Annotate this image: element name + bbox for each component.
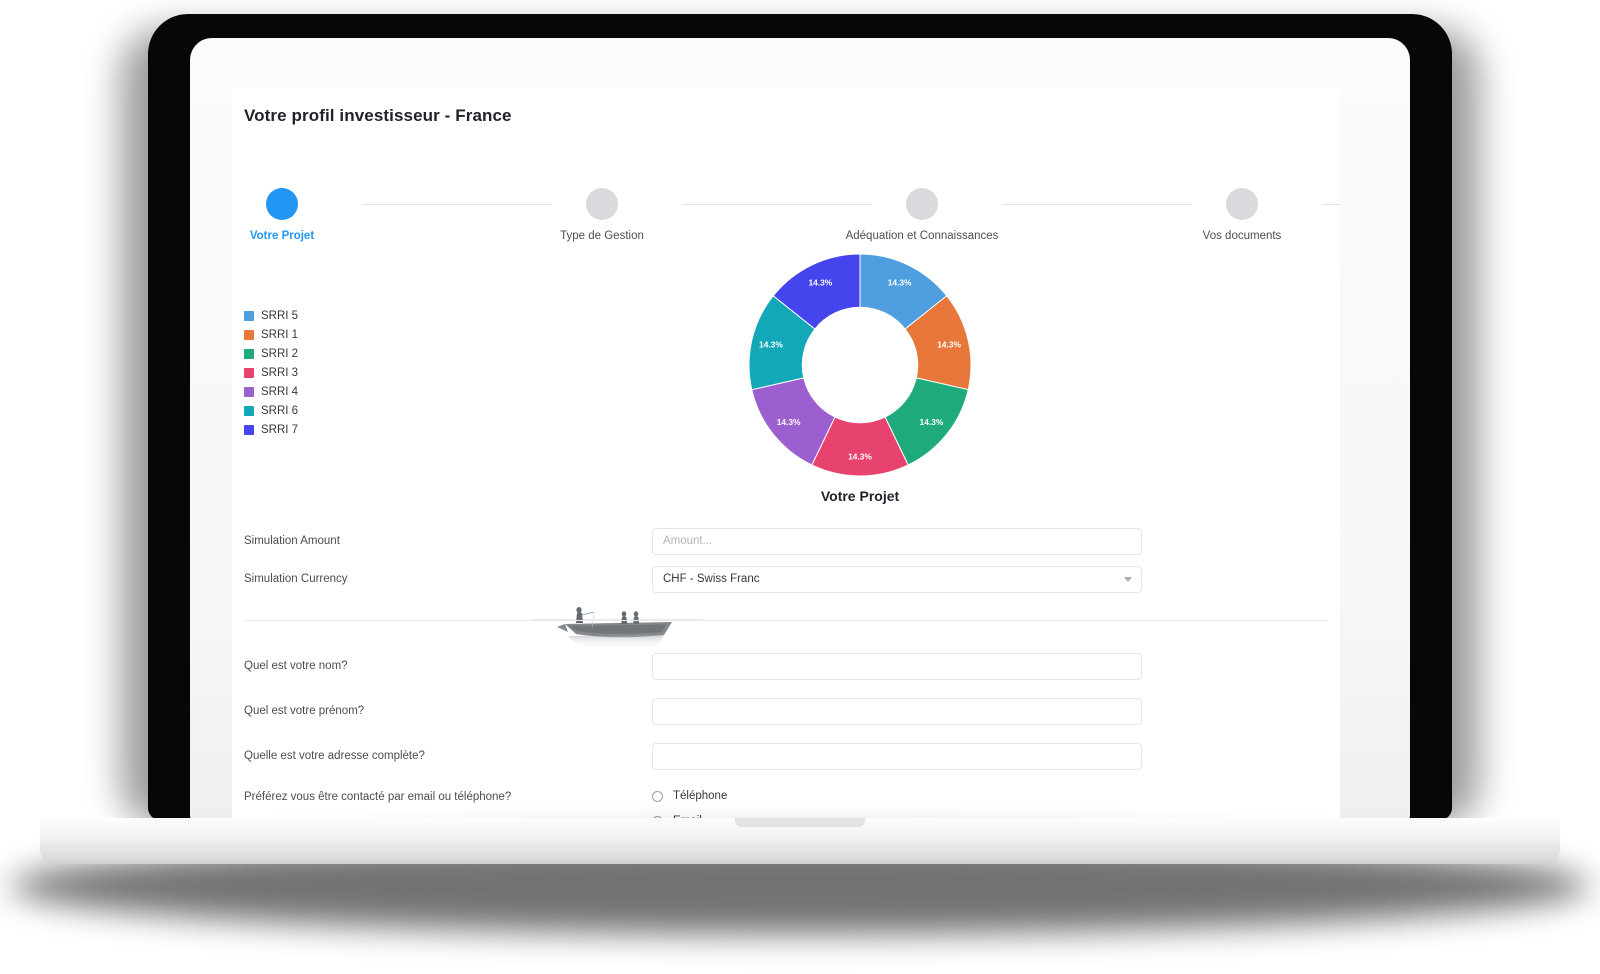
stepper-step-vos-documents[interactable]: Vos documents <box>1162 188 1322 242</box>
radio-option-telephone[interactable]: Téléphone <box>652 790 1142 802</box>
label-nom: Quel est votre nom? <box>232 660 652 672</box>
legend-item-srri-7[interactable]: SRRI 7 <box>244 420 298 439</box>
legend-swatch-icon <box>244 349 254 359</box>
laptop-mockup: Votre profil investisseur - France Votre… <box>0 0 1600 974</box>
laptop-trackpad-notch <box>735 818 865 827</box>
label-contact-preference: Préférez vous être contacté par email ou… <box>232 790 652 803</box>
label-simulation-currency: Simulation Currency <box>232 573 652 585</box>
adresse-input[interactable] <box>652 743 1142 770</box>
stepper-connector-4 <box>1322 204 1340 205</box>
donut-chart: 14.3% 14.3% 14.3% 14.3% 14.3% 14.3% 14.3% <box>745 250 975 515</box>
step-circle-1 <box>266 188 298 220</box>
legend-label: SRRI 4 <box>261 386 298 398</box>
legend-label: SRRI 1 <box>261 329 298 341</box>
donut-slice-label: 14.3% <box>808 278 832 288</box>
step-label-2: Type de Gestion <box>560 230 644 242</box>
simulation-amount-input[interactable] <box>652 528 1142 555</box>
legend-item-srri-4[interactable]: SRRI 4 <box>244 382 298 401</box>
legend-swatch-icon <box>244 387 254 397</box>
step-label-4: Vos documents <box>1203 230 1282 242</box>
form-row-simulation-currency: Simulation Currency CHF - Swiss Franc <box>232 562 1340 596</box>
label-prenom: Quel est votre prénom? <box>232 705 652 717</box>
legend-item-srri-2[interactable]: SRRI 2 <box>244 344 298 363</box>
legend-swatch-icon <box>244 368 254 378</box>
step-label-3: Adéquation et Connaissances <box>846 230 999 242</box>
chart-legend: SRRI 5 SRRI 1 SRRI 2 SRRI 3 SRRI 4 SRRI 6 SRRI… <box>244 306 298 439</box>
donut-slice-label: 14.3% <box>920 417 944 427</box>
donut-slice-label: 14.3% <box>937 340 961 350</box>
legend-swatch-icon <box>244 425 254 435</box>
legend-label: SRRI 2 <box>261 348 298 360</box>
form-row-adresse: Quelle est votre adresse complète? <box>232 739 1340 773</box>
form-row-nom: Quel est votre nom? <box>232 649 1340 683</box>
prenom-input[interactable] <box>652 698 1142 725</box>
legend-label: SRRI 3 <box>261 367 298 379</box>
step-label-1: Votre Projet <box>250 230 314 242</box>
section-divider <box>244 620 1328 621</box>
nom-input[interactable] <box>652 653 1142 680</box>
legend-label: SRRI 6 <box>261 405 298 417</box>
legend-swatch-icon <box>244 330 254 340</box>
donut-chart-svg: 14.3% 14.3% 14.3% 14.3% 14.3% 14.3% 14.3% <box>745 250 975 480</box>
form-row-simulation-amount: Simulation Amount <box>232 524 1340 558</box>
stepper-step-votre-projet[interactable]: Votre Projet <box>232 188 362 242</box>
donut-slice-label: 14.3% <box>888 278 912 288</box>
legend-label: SRRI 7 <box>261 424 298 436</box>
donut-slice-label: 14.3% <box>759 340 783 350</box>
stepper-step-adequation-et-connaissances[interactable]: Adéquation et Connaissances <box>842 188 1002 242</box>
radio-label-telephone: Téléphone <box>673 790 727 802</box>
donut-slice-label: 14.3% <box>777 417 801 427</box>
legend-item-srri-1[interactable]: SRRI 1 <box>244 325 298 344</box>
step-circle-2 <box>586 188 618 220</box>
label-simulation-amount: Simulation Amount <box>232 535 652 547</box>
legend-swatch-icon <box>244 311 254 321</box>
donut-slice-label: 14.3% <box>848 451 872 461</box>
step-circle-4 <box>1226 188 1258 220</box>
label-adresse: Quelle est votre adresse complète? <box>232 750 652 762</box>
radio-group-contact-preference: Téléphone Email <box>652 790 1142 820</box>
legend-item-srri-5[interactable]: SRRI 5 <box>244 306 298 325</box>
chart-title: Votre Projet <box>745 488 975 504</box>
page-title: Votre profil investisseur - France <box>244 106 512 126</box>
app-content-card: Votre profil investisseur - France Votre… <box>232 88 1340 820</box>
simulation-currency-select[interactable]: CHF - Swiss Franc <box>652 566 1142 593</box>
legend-swatch-icon <box>244 406 254 416</box>
legend-item-srri-3[interactable]: SRRI 3 <box>244 363 298 382</box>
laptop-screen: Votre profil investisseur - France Votre… <box>190 38 1410 820</box>
radio-circle-icon[interactable] <box>652 791 663 802</box>
stepper-step-type-de-gestion[interactable]: Type de Gestion <box>522 188 682 242</box>
form-row-contact-preference: Préférez vous être contacté par email ou… <box>232 790 1340 820</box>
legend-label: SRRI 5 <box>261 310 298 322</box>
form-area: Simulation Amount Simulation Currency CH… <box>232 520 1340 820</box>
form-row-prenom: Quel est votre prénom? <box>232 694 1340 728</box>
legend-item-srri-6[interactable]: SRRI 6 <box>244 401 298 420</box>
chevron-down-icon[interactable] <box>1124 577 1132 582</box>
stepper: Votre Projet Type de Gestion Adéquation … <box>232 188 1340 250</box>
step-circle-3 <box>906 188 938 220</box>
